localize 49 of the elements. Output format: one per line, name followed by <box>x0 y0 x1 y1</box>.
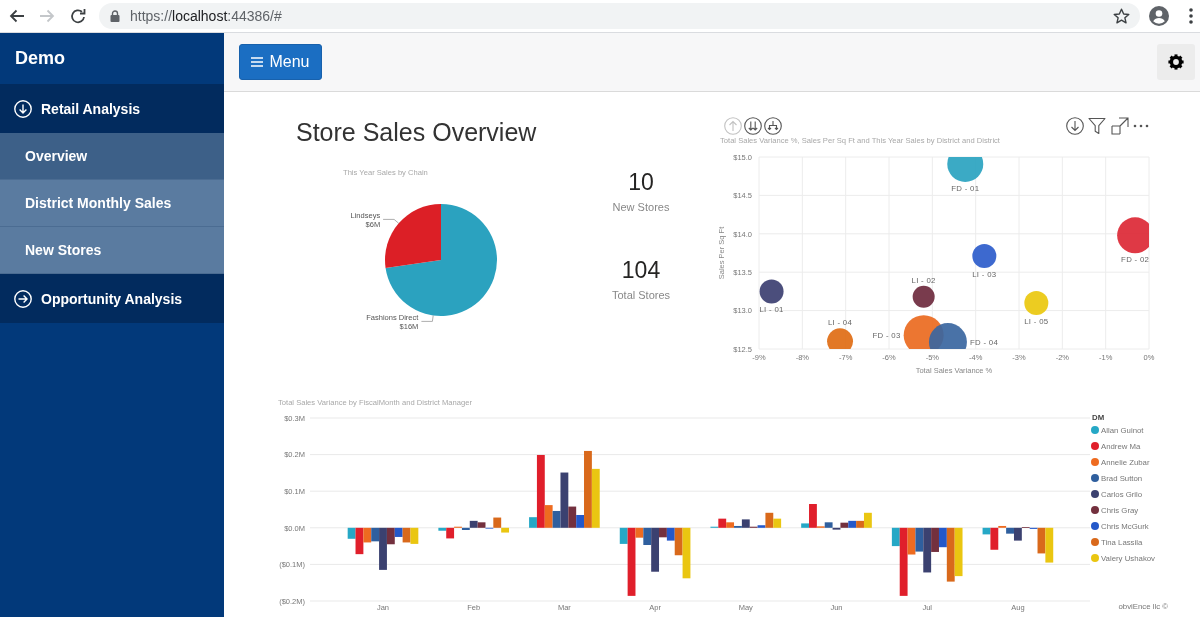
settings-button[interactable] <box>1157 44 1195 80</box>
legend-dot-icon <box>1091 506 1099 514</box>
legend-dot-icon <box>1091 490 1099 498</box>
leader-line <box>421 315 434 322</box>
nav-item[interactable]: New Stores <box>0 227 224 274</box>
bubble <box>827 328 854 349</box>
bar <box>1045 527 1054 563</box>
reload-icon[interactable] <box>70 8 86 24</box>
legend-dot-icon <box>1091 554 1099 562</box>
nav-item[interactable]: District Monthly Sales <box>0 180 224 227</box>
leader-line <box>382 219 400 224</box>
legend-dot-icon <box>1091 522 1099 530</box>
star-icon[interactable] <box>1113 7 1130 25</box>
bubble <box>1117 217 1149 254</box>
legend-dot-icon <box>1091 538 1099 546</box>
more-icon[interactable] <box>1133 124 1149 128</box>
nav-section[interactable]: Retail Analysis <box>0 84 224 133</box>
settings-icon <box>1168 54 1184 70</box>
avatar-icon[interactable] <box>1149 6 1169 26</box>
bar <box>410 527 419 544</box>
legend-dot-icon <box>1091 426 1099 434</box>
more-icon[interactable] <box>1189 8 1193 24</box>
bubble <box>928 323 967 349</box>
bar <box>591 468 600 528</box>
legend-dot-icon <box>1091 474 1099 482</box>
bubble <box>912 285 935 308</box>
download-icon[interactable] <box>1065 117 1084 135</box>
bubble <box>947 157 984 182</box>
back-icon[interactable] <box>9 8 25 24</box>
menu-icon <box>251 57 264 67</box>
kpi-label: New Stores <box>612 200 670 214</box>
bubble <box>1024 290 1049 315</box>
nav-section[interactable]: Opportunity Analysis <box>0 274 224 323</box>
report-title: Store Sales Overview <box>296 117 537 148</box>
nav-item[interactable]: Overview <box>0 133 224 180</box>
bar <box>954 527 963 577</box>
kpi-label: Total Stores <box>611 288 671 302</box>
lock-icon <box>110 10 120 22</box>
legend-dot-icon <box>1091 442 1099 450</box>
app-title: Demo <box>15 48 65 69</box>
address-field[interactable]: https://localhost:44386/# <box>99 3 1140 29</box>
expand-icon[interactable] <box>1110 117 1129 135</box>
bubble <box>972 244 997 269</box>
bubble <box>759 279 784 304</box>
menu-button[interactable]: Menu <box>239 44 322 80</box>
kpi-value: 10 <box>628 168 654 196</box>
legend-dot-icon <box>1091 458 1099 466</box>
filter-icon[interactable] <box>1088 117 1106 135</box>
kpi-value: 104 <box>621 256 661 284</box>
